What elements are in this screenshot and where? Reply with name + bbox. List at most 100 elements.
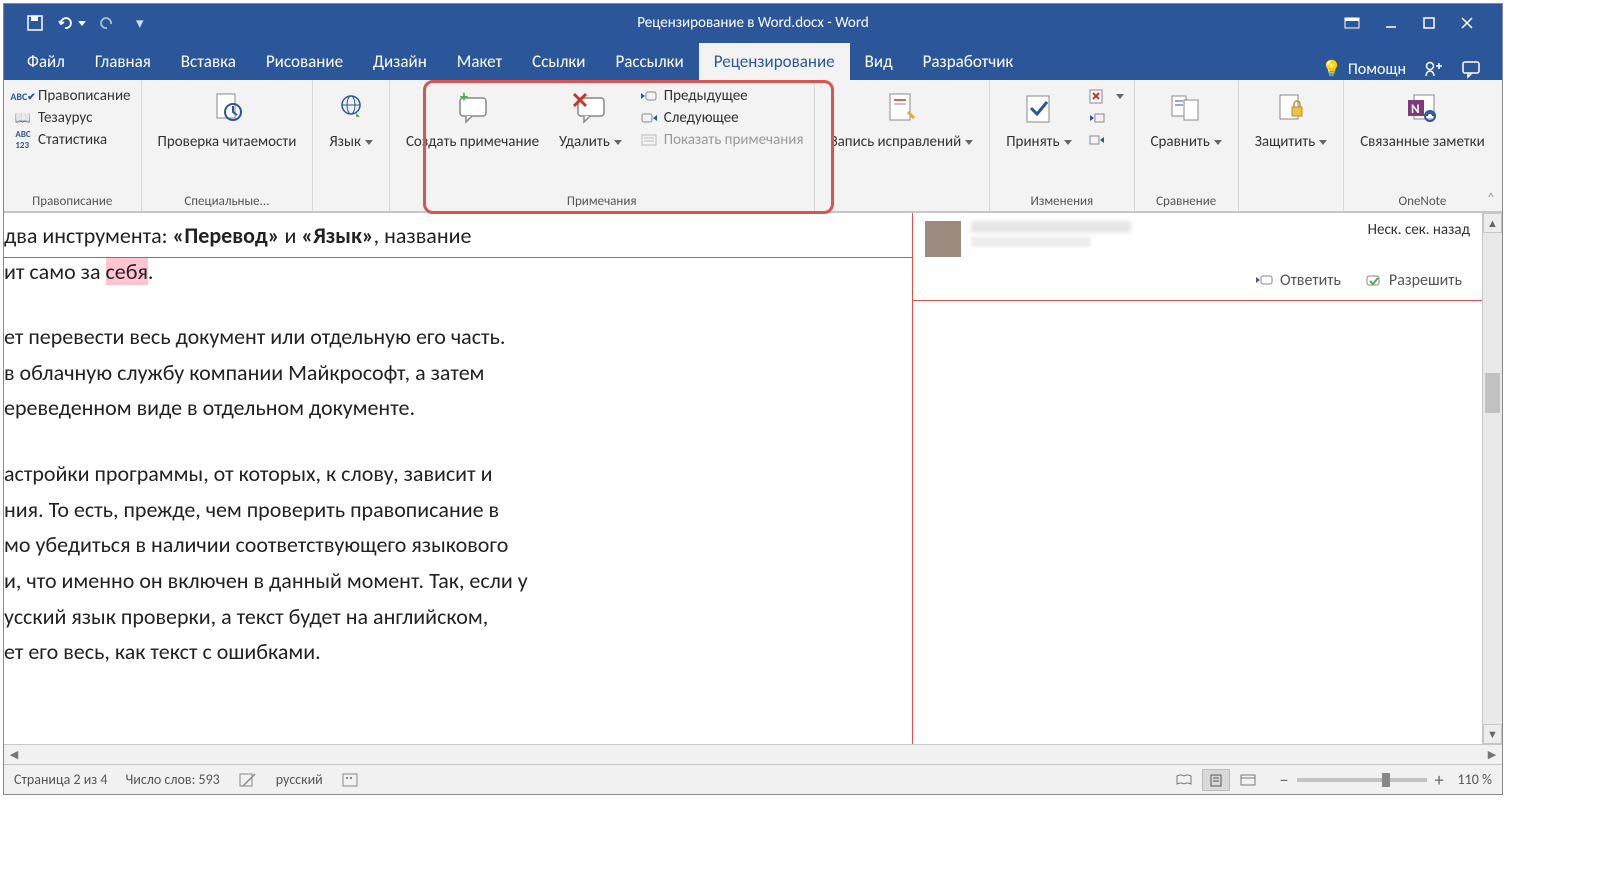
comments-icon[interactable] [1460,58,1482,80]
app-window: ▾ Рецензирование в Word.docx - Word Файл… [3,3,1503,795]
svg-text:N: N [1411,102,1420,117]
resolve-button[interactable]: Разрешить [1365,271,1462,290]
print-layout-button[interactable] [1202,769,1230,791]
group-proofing: ABC✔Правописание 📖Тезаурус ABC123Статист… [4,80,142,211]
tab-layout[interactable]: Макет [442,43,517,80]
undo-button[interactable] [56,14,86,32]
track-changes-icon [882,88,922,128]
zoom-slider: − + 110 % [1280,769,1492,791]
hscroll-track[interactable] [24,745,1482,765]
scroll-up-icon[interactable]: ▲ [1483,213,1502,233]
zoom-in-button[interactable]: + [1435,769,1444,791]
onenote-icon: N [1402,88,1442,128]
web-layout-button[interactable] [1234,769,1262,791]
reply-button[interactable]: Ответить [1256,271,1341,290]
group-tracking: Запись исправлений [815,80,991,211]
spelling-button[interactable]: ABC✔Правописание [14,86,131,106]
reject-button[interactable] [1088,86,1124,106]
show-comments-icon [640,131,658,149]
tab-home[interactable]: Главная [80,43,166,80]
statistics-button[interactable]: ABC123Статистика [14,130,131,150]
minimize-button[interactable] [1384,16,1398,30]
qat-customize[interactable]: ▾ [136,14,144,33]
share-button[interactable] [1422,58,1444,80]
protect-button[interactable]: Защитить [1249,86,1333,153]
tab-file[interactable]: Файл [12,43,80,80]
scroll-track[interactable] [1483,233,1502,724]
language-button[interactable]: Язык [323,86,379,153]
new-comment-icon: + [452,88,492,128]
comment-body [971,237,1091,247]
content-area: два инструмента: «Перевод» и «Язык», наз… [4,212,1502,744]
comment-author-block [971,221,1358,247]
comments-pane: Неск. сек. назад Ответить Разрешить [912,213,1482,744]
language-status[interactable]: русский [276,771,323,788]
scroll-down-icon[interactable]: ▼ [1483,724,1502,744]
tab-developer[interactable]: Разработчик [908,43,1029,80]
comment-actions: Ответить Разрешить [913,265,1482,301]
tab-insert[interactable]: Вставка [166,43,251,80]
comment-card[interactable]: Неск. сек. назад [913,213,1482,265]
scroll-left-icon[interactable]: ◀ [4,745,24,765]
ribbon-display-options-icon[interactable] [1344,15,1360,31]
compare-button[interactable]: Сравнить [1145,86,1228,153]
save-button[interactable] [26,14,44,32]
scroll-thumb[interactable] [1485,373,1500,413]
prev-change-button[interactable] [1088,108,1124,128]
zoom-level[interactable]: 110 % [1458,771,1492,788]
macro-icon[interactable] [341,772,359,788]
new-comment-button[interactable]: + Создать примечание [400,86,545,153]
tab-view[interactable]: Вид [850,43,908,80]
close-button[interactable] [1460,16,1474,30]
group-label-language [350,192,353,209]
tab-review[interactable]: Рецензирование [699,43,850,80]
highlighted-text: себя [106,258,148,285]
doc-line: ет его весь, как текст с ошибками. [4,637,902,667]
thesaurus-button[interactable]: 📖Тезаурус [14,108,131,128]
group-changes: Принять Изменения [990,80,1134,211]
group-label-compare: Сравнение [1156,192,1216,209]
horizontal-scrollbar[interactable]: ◀ ▶ [4,744,1502,764]
window-controls [1344,15,1502,31]
redo-button[interactable] [98,14,116,32]
globe-icon [331,88,371,128]
page-info[interactable]: Страница 2 из 4 [14,771,107,788]
read-mode-button[interactable] [1170,769,1198,791]
wordcount-icon: ABC123 [14,131,32,149]
onenote-button[interactable]: N Связанные заметки [1354,86,1491,153]
document-text: два инструмента: «Перевод» и «Язык», наз… [4,213,912,683]
maximize-button[interactable] [1422,16,1436,30]
collapse-ribbon-icon[interactable]: ^ [1488,191,1494,205]
tab-mailings[interactable]: Рассылки [600,43,698,80]
accept-button[interactable]: Принять [1000,86,1077,153]
scroll-right-icon[interactable]: ▶ [1482,745,1502,765]
zoom-out-button[interactable]: − [1280,769,1289,791]
zoom-thumb[interactable] [1382,773,1390,787]
tell-me[interactable]: 💡Помощн [1322,59,1406,79]
delete-comment-button[interactable]: Удалить [553,86,628,153]
thesaurus-icon: 📖 [14,109,32,127]
doc-line: ит само за себя. [4,257,902,287]
track-changes-button[interactable]: Запись исправлений [825,86,980,153]
doc-line: астройки программы, от которых, к слову,… [4,459,902,489]
tab-draw[interactable]: Рисование [251,43,358,80]
tab-references[interactable]: Ссылки [517,43,600,80]
document-pane[interactable]: два инструмента: «Перевод» и «Язык», наз… [4,213,912,744]
status-bar: Страница 2 из 4 Число слов: 593 русский … [4,764,1502,794]
next-comment-icon [640,109,658,127]
word-count[interactable]: Число слов: 593 [125,771,219,788]
next-comment-button[interactable]: Следующее [640,108,804,128]
zoom-track[interactable] [1297,778,1427,782]
accept-icon [1019,88,1059,128]
readability-button[interactable]: Проверка читаемости [152,86,303,153]
previous-comment-button[interactable]: Предыдущее [640,86,804,106]
next-change-button[interactable] [1088,130,1124,150]
svg-text:+: + [460,90,468,107]
delete-comment-icon [570,88,610,128]
proofing-status-icon[interactable] [238,772,258,788]
tab-design[interactable]: Дизайн [358,43,442,80]
doc-line: усский язык проверки, а текст будет на а… [4,602,902,632]
resolve-icon [1365,273,1383,289]
prev-comment-icon [640,87,658,105]
vertical-scrollbar[interactable]: ▲ ▼ [1482,213,1502,744]
